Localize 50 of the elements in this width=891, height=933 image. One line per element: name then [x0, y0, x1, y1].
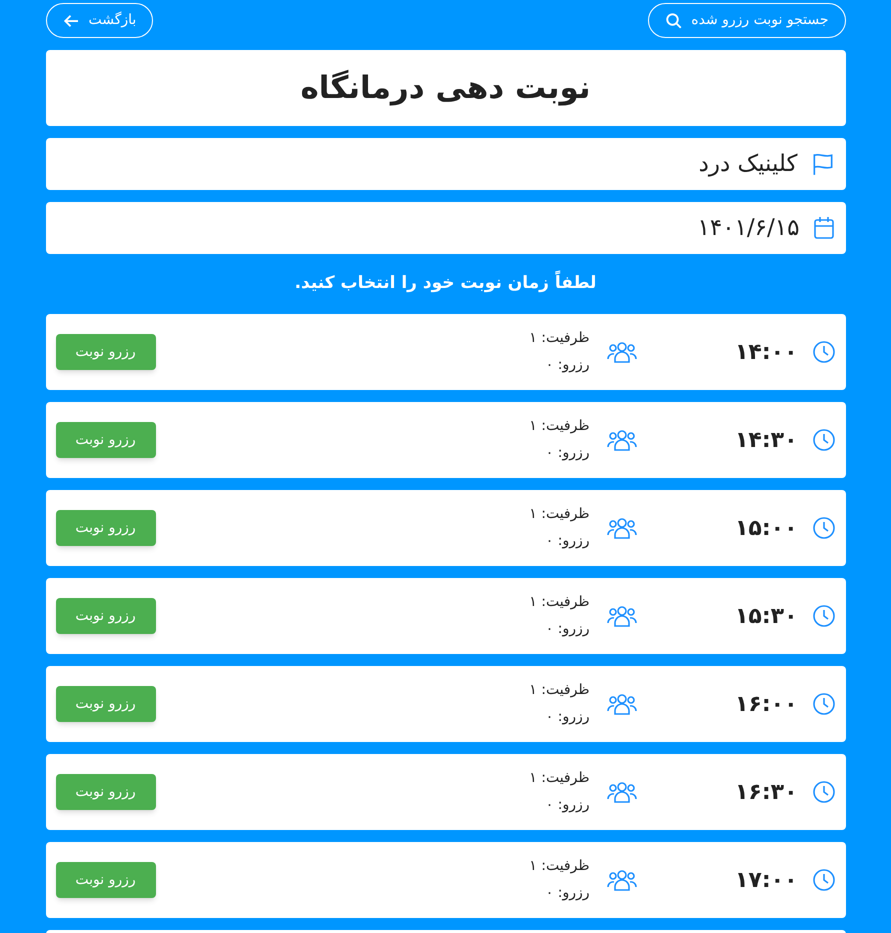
reserved-text: رزرو: ۰: [544, 620, 590, 639]
people-icon: [606, 427, 638, 453]
slot-time: ۱۵:۰۰: [734, 514, 798, 542]
reserve-button[interactable]: رزرو نوبت: [56, 510, 156, 546]
capacity-text: ظرفیت: ۱: [529, 769, 590, 788]
calendar-icon: [812, 215, 836, 241]
reserved-text: رزرو: ۰: [544, 532, 590, 551]
reserve-button[interactable]: رزرو نوبت: [56, 774, 156, 810]
people-icon: [606, 779, 638, 805]
clock-icon: [812, 604, 836, 628]
slot-time: ۱۴:۳۰: [734, 426, 798, 454]
clinic-name: کلینیک درد: [698, 150, 798, 179]
clock-icon: [812, 780, 836, 804]
people-icon: [606, 339, 638, 365]
slot-time: ۱۶:۳۰: [734, 778, 798, 806]
capacity-text: ظرفیت: ۱: [529, 417, 590, 436]
date-text: ۱۴۰۱/۶/۱۵: [698, 214, 800, 243]
reserved-text: رزرو: ۰: [544, 356, 590, 375]
slot-time: ۱۵:۳۰: [734, 602, 798, 630]
reserved-text: رزرو: ۰: [544, 796, 590, 815]
capacity-text: ظرفیت: ۱: [529, 329, 590, 348]
slot-time: ۱۶:۰۰: [734, 690, 798, 718]
people-icon: [606, 867, 638, 893]
clock-icon: [812, 868, 836, 892]
capacity-text: ظرفیت: ۱: [529, 857, 590, 876]
search-button[interactable]: جستجو نوبت رزرو شده: [648, 3, 846, 38]
search-icon: [665, 12, 684, 30]
clock-icon: [812, 692, 836, 716]
reserve-button[interactable]: رزرو نوبت: [56, 686, 156, 722]
slot-time: ۱۴:۰۰: [734, 338, 798, 366]
reserved-text: رزرو: ۰: [544, 708, 590, 727]
reserved-text: رزرو: ۰: [544, 884, 590, 903]
people-icon: [606, 515, 638, 541]
reserved-text: رزرو: ۰: [544, 444, 590, 463]
reserve-button[interactable]: رزرو نوبت: [56, 422, 156, 458]
clock-icon: [812, 340, 836, 364]
capacity-text: ظرفیت: ۱: [529, 681, 590, 700]
page-title: نوبت دهی درمانگاه: [300, 68, 591, 108]
slot-time: ۱۷:۰۰: [734, 866, 798, 894]
instruction-text: لطفاً زمان نوبت خود را انتخاب کنید.: [294, 271, 596, 297]
people-icon: [606, 691, 638, 717]
reserve-button[interactable]: رزرو نوبت: [56, 334, 156, 370]
capacity-text: ظرفیت: ۱: [529, 593, 590, 612]
clock-icon: [812, 516, 836, 540]
people-icon: [606, 603, 638, 629]
clock-icon: [812, 428, 836, 452]
reserve-button[interactable]: رزرو نوبت: [56, 598, 156, 634]
back-button[interactable]: بازگشت: [46, 3, 154, 38]
capacity-text: ظرفیت: ۱: [529, 505, 590, 524]
reserve-button[interactable]: رزرو نوبت: [56, 862, 156, 898]
